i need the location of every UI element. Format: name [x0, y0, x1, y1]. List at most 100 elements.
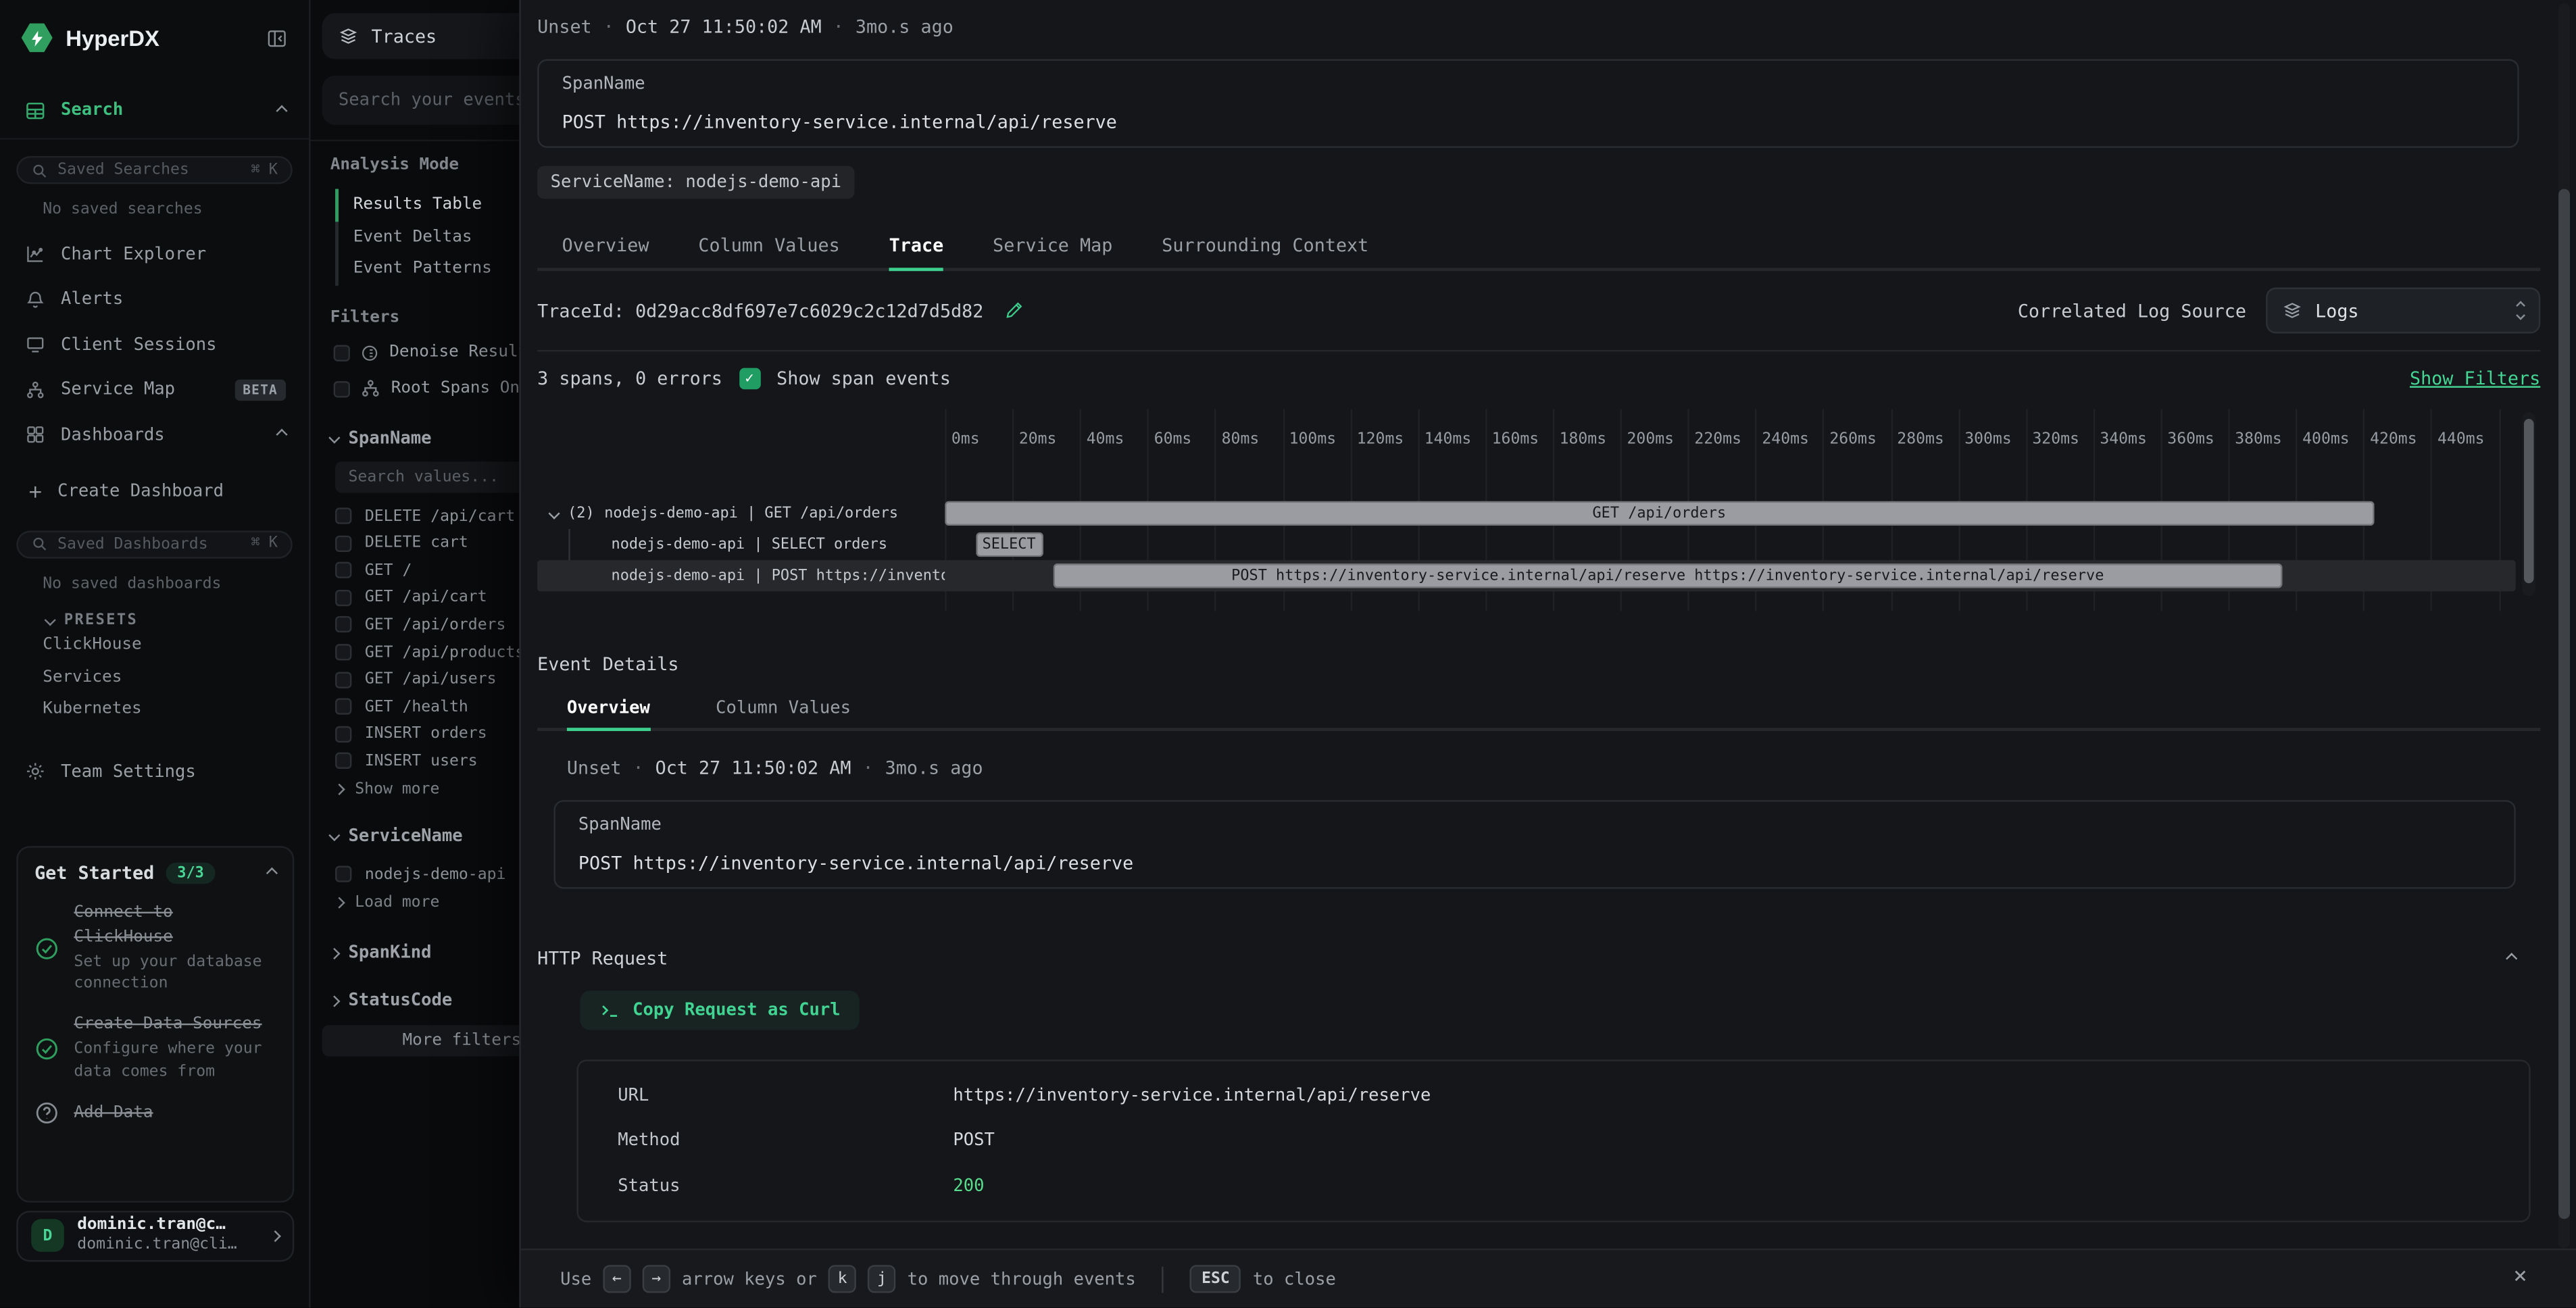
brand-row: HyperDX	[0, 0, 309, 76]
show-filters-link[interactable]: Show Filters	[2410, 368, 2540, 390]
sidebar-item-label: Chart Explorer	[61, 245, 206, 264]
get-started-item[interactable]: Connect to ClickHouseSet up your databas…	[34, 902, 276, 996]
create-dashboard-button[interactable]: Create Dashboard	[0, 469, 309, 513]
timeline-span-bar[interactable]: SELECT	[975, 532, 1043, 557]
preset-item-clickhouse[interactable]: ClickHouse	[0, 628, 309, 661]
checkbox[interactable]	[334, 381, 350, 397]
trace-timeline: 0ms20ms40ms60ms80ms100ms120ms140ms160ms1…	[537, 409, 2540, 614]
spans-summary-row: 3 spans, 0 errors ✓ Show span events Sho…	[537, 351, 2540, 405]
http-request-title: HTTP Request	[537, 948, 668, 970]
checkbox[interactable]	[335, 644, 351, 660]
value-label: GET /api/orders	[365, 616, 506, 634]
checkbox[interactable]	[335, 699, 351, 715]
drawer-footer: Use←→arrow keys orkjto move through even…	[521, 1249, 2576, 1308]
sidebar: HyperDX Search ⌘ K No saved searches Cha…	[0, 0, 311, 1308]
sidebar-item-team-settings[interactable]: Team Settings	[0, 752, 309, 791]
saved-dashboards-search[interactable]: ⌘ K	[16, 530, 293, 557]
timeline-span-row[interactable]: nodejs-demo-api | POST https://inventory…	[537, 560, 2540, 591]
sidebar-item-alerts[interactable]: Alerts	[0, 277, 309, 322]
preset-item-kubernetes[interactable]: Kubernetes	[0, 693, 309, 726]
preset-item-services[interactable]: Services	[0, 661, 309, 693]
page-scrollbar-thumb[interactable]	[2558, 189, 2570, 1219]
checkbox[interactable]	[335, 617, 351, 633]
tab-column-values[interactable]: Column Values	[698, 225, 839, 268]
copy-request-as-curl-button[interactable]: Copy Request as Curl	[580, 990, 860, 1030]
get-started-item-text: Create Data SourcesConfigure where your …	[74, 1013, 276, 1083]
checkbox[interactable]	[335, 865, 351, 882]
chart-icon	[23, 243, 46, 265]
checkbox[interactable]	[334, 345, 350, 361]
presets-label: PRESETS	[64, 612, 138, 628]
user-menu[interactable]: D dominic.tran@c… dominic.tran@cli…	[16, 1210, 294, 1261]
hyperdx-logo-icon	[22, 22, 53, 53]
checkbox[interactable]	[335, 562, 351, 578]
checkbox[interactable]	[335, 590, 351, 606]
search-table-icon	[23, 99, 46, 121]
timeline-span-row[interactable]: (2)nodejs-demo-api | GET /api/ordersGET …	[537, 498, 2540, 529]
saved-searches-search[interactable]: ⌘ K	[16, 156, 293, 184]
http-row-key: Status	[618, 1176, 953, 1195]
sidebar-item-service-map[interactable]: Service MapBETA	[0, 367, 309, 412]
timeline-span-bar[interactable]: POST https://inventory-service.internal/…	[1053, 563, 2282, 588]
get-started-header[interactable]: Get Started 3/3	[34, 863, 276, 884]
get-started-item[interactable]: Add Data	[34, 1101, 276, 1126]
span-bar-text: POST https://inventory-service.internal/…	[1231, 568, 2104, 584]
span-name-card: SpanName POST https://inventory-service.…	[537, 59, 2519, 148]
sidebar-item-client-sessions[interactable]: Client Sessions	[0, 322, 309, 368]
http-row-value: https://inventory-service.internal/api/r…	[953, 1086, 1431, 1105]
saved-dashboards-input[interactable]	[57, 534, 241, 553]
saved-searches-input[interactable]	[57, 161, 241, 179]
timeline-tick-label: 340ms	[2100, 430, 2147, 449]
sidebar-item-chart-explorer[interactable]: Chart Explorer	[0, 232, 309, 277]
tab-column-values[interactable]: Column Values	[716, 690, 851, 728]
brand-title: HyperDX	[66, 26, 159, 50]
chevron-down-icon	[328, 432, 340, 444]
tab-overview[interactable]: Overview	[562, 225, 649, 268]
show-span-events-checkbox[interactable]: ✓	[739, 368, 760, 390]
http-table-row: Status200	[578, 1163, 2529, 1209]
beta-badge: BETA	[234, 379, 286, 401]
checkbox[interactable]	[335, 726, 351, 742]
tab-overview[interactable]: Overview	[567, 690, 650, 731]
timeline-span-label[interactable]: nodejs-demo-api | SELECT orders	[537, 529, 945, 560]
checkbox[interactable]	[335, 535, 351, 551]
timeline-tick-label: 280ms	[1897, 430, 1944, 449]
tab-trace[interactable]: Trace	[889, 225, 944, 271]
log-source-select[interactable]: Logs	[2266, 288, 2540, 334]
timeline-scrollbar[interactable]	[2523, 412, 2535, 596]
tab-surrounding-context[interactable]: Surrounding Context	[1162, 225, 1368, 268]
sidebar-item-dashboards[interactable]: Dashboards	[0, 412, 309, 457]
edit-pencil-icon[interactable]	[1004, 301, 1023, 320]
timeline-span-label[interactable]: nodejs-demo-api | POST https://inventory…	[537, 560, 945, 591]
sidebar-item-search[interactable]: Search	[0, 91, 309, 130]
timeline-tick-label: 220ms	[1694, 430, 1741, 449]
timeline-tick-label: 140ms	[1425, 430, 1472, 449]
timeline-span-label[interactable]: (2)nodejs-demo-api | GET /api/orders	[537, 498, 945, 529]
trace-id-row: TraceId: 0d29acc8df697e7c6029c2c12d7d5d8…	[537, 271, 2540, 351]
close-icon[interactable]: ×	[2513, 1265, 2527, 1288]
chevron-right-icon	[328, 995, 340, 1007]
sidebar-divider	[0, 138, 309, 139]
http-row-value: 200	[953, 1176, 984, 1195]
sidebar-collapse-icon[interactable]	[266, 27, 288, 49]
timeline-span-bar[interactable]: GET /api/orders	[945, 501, 2373, 526]
tab-service-map[interactable]: Service Map	[993, 225, 1112, 268]
timeline-span-row[interactable]: nodejs-demo-api | SELECT orders SELECT	[537, 529, 2540, 560]
span-name-label: SpanName	[578, 815, 2491, 834]
checkbox[interactable]	[335, 672, 351, 688]
timeline-scrollbar-thumb[interactable]	[2524, 419, 2534, 583]
checkbox[interactable]	[335, 753, 351, 770]
value-label: GET /api/users	[365, 670, 497, 688]
service-name-tag[interactable]: ServiceName: nodejs-demo-api	[537, 166, 854, 199]
checkbox[interactable]	[335, 508, 351, 524]
value-label: GET /api/cart	[365, 588, 487, 607]
span-name-card: SpanName POST https://inventory-service.…	[553, 800, 2515, 888]
http-row-key: Method	[618, 1131, 953, 1151]
get-started-item-desc: Configure where your data comes from	[74, 1039, 276, 1084]
keyboard-hints: Use←→arrow keys orkjto move through even…	[560, 1265, 1336, 1293]
get-started-item[interactable]: Create Data SourcesConfigure where your …	[34, 1013, 276, 1083]
collapse-section-icon[interactable]	[2506, 953, 2517, 964]
presets-header[interactable]: PRESETS	[46, 612, 309, 628]
separator: ·	[833, 16, 844, 38]
spanname-header-label: SpanName	[348, 428, 431, 448]
